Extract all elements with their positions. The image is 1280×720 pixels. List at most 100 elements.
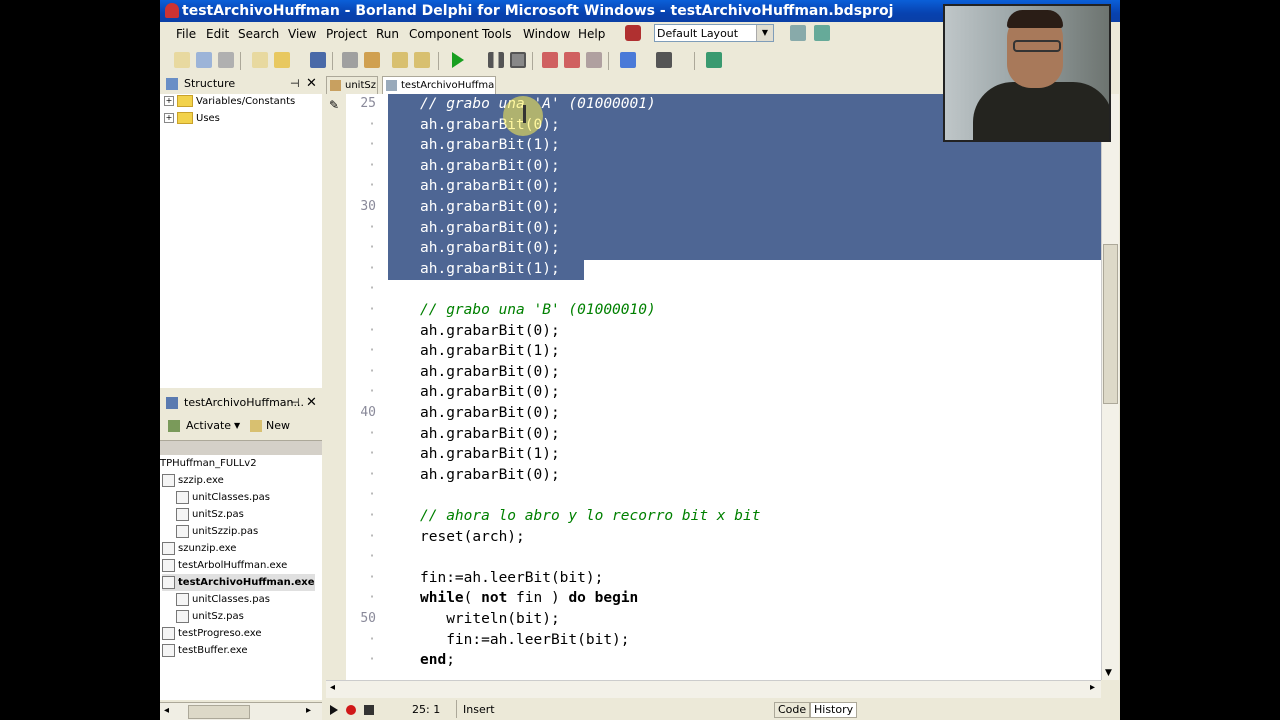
expand-icon[interactable]: + xyxy=(164,96,174,106)
menu-edit[interactable]: Edit xyxy=(206,22,229,46)
project-tree-item[interactable]: unitClasses.pas xyxy=(176,489,270,506)
scroll-right-icon[interactable]: ▸ xyxy=(306,705,311,716)
code-line[interactable]: · ah.grabarBit(0); xyxy=(326,176,1101,197)
code-line[interactable]: · xyxy=(326,485,1101,506)
tab-unitsz[interactable]: unitSz xyxy=(326,76,378,94)
code-line[interactable]: · ah.grabarBit(1); xyxy=(326,341,1101,362)
scroll-down-icon[interactable]: ▼ xyxy=(1105,668,1112,678)
step-over-icon[interactable] xyxy=(564,52,580,68)
project-tree-item[interactable]: testArchivoHuffman.exe xyxy=(162,574,315,591)
code-line[interactable]: · xyxy=(326,547,1101,568)
project-manager-splitter[interactable] xyxy=(160,440,322,456)
activate-button[interactable]: Activate xyxy=(186,415,231,437)
new-button[interactable]: New xyxy=(266,415,290,437)
stop-macro-icon[interactable] xyxy=(364,705,374,715)
code-line[interactable]: · ah.grabarBit(0); xyxy=(326,156,1101,177)
play-macro-icon[interactable] xyxy=(330,705,338,715)
code-line[interactable]: · fin:=ah.leerBit(bit); xyxy=(326,630,1101,651)
pin-icon[interactable]: ⊣ xyxy=(290,393,300,413)
menu-view[interactable]: View xyxy=(288,22,316,46)
code-line[interactable]: · ah.grabarBit(0); xyxy=(326,238,1101,259)
run-icon[interactable] xyxy=(452,52,464,68)
project-tree-item[interactable]: unitSz.pas xyxy=(176,608,244,625)
project-tree-item[interactable]: TPHuffman_FULLv2 xyxy=(160,455,257,472)
project-tree-item[interactable]: testBuffer.exe xyxy=(162,642,248,659)
remove-from-project-icon[interactable] xyxy=(364,52,380,68)
expand-icon[interactable]: + xyxy=(164,113,174,123)
tree-item-uses[interactable]: + Uses xyxy=(164,111,220,127)
editor-horizontal-scrollbar[interactable]: ◂ ▸ xyxy=(326,680,1101,698)
set-debug-desktop-icon[interactable] xyxy=(814,25,830,41)
code-line[interactable]: 40 ah.grabarBit(0); xyxy=(326,403,1101,424)
scroll-thumb[interactable] xyxy=(1103,244,1118,404)
scroll-thumb[interactable] xyxy=(188,705,250,719)
chevron-down-icon[interactable]: ▼ xyxy=(756,25,773,41)
project-tree-item[interactable]: szzip.exe xyxy=(162,472,224,489)
project-tree-item[interactable]: testProgreso.exe xyxy=(162,625,262,642)
view-form-icon[interactable] xyxy=(414,52,430,68)
scroll-left-icon[interactable]: ◂ xyxy=(330,682,335,693)
code-line[interactable]: · reset(arch); xyxy=(326,527,1101,548)
new-icon[interactable] xyxy=(252,52,268,68)
code-line[interactable]: · ah.grabarBit(0); xyxy=(326,218,1101,239)
record-macro-icon[interactable] xyxy=(346,705,356,715)
menu-project[interactable]: Project xyxy=(326,22,367,46)
code-line[interactable]: · // grabo una 'B' (01000010) xyxy=(326,300,1101,321)
pin-icon[interactable]: ⊣ xyxy=(290,74,300,94)
new-items-icon[interactable] xyxy=(174,52,190,68)
code-line[interactable]: · ah.grabarBit(0); xyxy=(326,424,1101,445)
tree-item-variables[interactable]: + Variables/Constants xyxy=(164,94,295,110)
menu-component[interactable]: Component xyxy=(409,22,479,46)
code-line[interactable]: · while( not fin ) do begin xyxy=(326,588,1101,609)
run-to-cursor-icon[interactable] xyxy=(586,52,602,68)
tab-history[interactable]: History xyxy=(810,702,858,718)
close-icon[interactable]: ✕ xyxy=(306,74,317,94)
gallery-icon[interactable] xyxy=(625,25,641,41)
menu-run[interactable]: Run xyxy=(376,22,399,46)
project-tree-item[interactable]: unitSz.pas xyxy=(176,506,244,523)
code-line[interactable]: · ah.grabarBit(0); xyxy=(326,321,1101,342)
view-unit-icon[interactable] xyxy=(392,52,408,68)
code-line[interactable]: · ah.grabarBit(0); xyxy=(326,465,1101,486)
code-line[interactable]: · xyxy=(326,279,1101,300)
project-tree-item[interactable]: szunzip.exe xyxy=(162,540,236,557)
code-line[interactable]: · fin:=ah.leerBit(bit); xyxy=(326,568,1101,589)
tab-testarchivohuffman[interactable]: testArchivoHuffman xyxy=(382,76,496,94)
program-reset-icon[interactable] xyxy=(510,52,526,68)
code-line[interactable]: · ah.grabarBit(0); xyxy=(326,382,1101,403)
save-icon[interactable] xyxy=(310,52,326,68)
project-tree-item[interactable]: unitClasses.pas xyxy=(176,591,270,608)
tab-code[interactable]: Code xyxy=(774,702,811,718)
editor-vertical-scrollbar[interactable]: ▼ xyxy=(1101,94,1119,680)
code-line[interactable]: · ah.grabarBit(1); xyxy=(326,259,1101,280)
scroll-right-icon[interactable]: ▸ xyxy=(1090,682,1095,693)
navigate-back-icon[interactable] xyxy=(620,52,636,68)
project-horizontal-scrollbar[interactable]: ◂ ▸ xyxy=(160,702,322,720)
close-icon[interactable]: ✕ xyxy=(306,393,317,413)
project-tree-item[interactable]: testArbolHuffman.exe xyxy=(162,557,287,574)
chevron-down-icon[interactable]: ▼ xyxy=(234,415,240,437)
trace-into-icon[interactable] xyxy=(542,52,558,68)
menu-file[interactable]: File xyxy=(176,22,196,46)
code-line[interactable]: · ah.grabarBit(1); xyxy=(326,444,1101,465)
save-desktop-icon[interactable] xyxy=(790,25,806,41)
menu-search[interactable]: Search xyxy=(238,22,279,46)
code-line[interactable]: · // ahora lo abro y lo recorro bit x bit xyxy=(326,506,1101,527)
save-all-icon[interactable] xyxy=(218,52,234,68)
layout-select[interactable]: Default Layout ▼ xyxy=(654,24,774,42)
menu-help[interactable]: Help xyxy=(578,22,605,46)
menu-tools[interactable]: Tools xyxy=(482,22,512,46)
code-line[interactable]: · ah.grabarBit(0); xyxy=(326,362,1101,383)
help-contents-icon[interactable] xyxy=(706,52,722,68)
navigate-forward-icon[interactable] xyxy=(656,52,672,68)
code-editor[interactable]: ✎ 25// grabo una 'A' (01000001)·ah.graba… xyxy=(326,94,1101,680)
menu-window[interactable]: Window xyxy=(523,22,570,46)
project-tree-item[interactable]: unitSzzip.pas xyxy=(176,523,258,540)
code-line[interactable]: · end; xyxy=(326,650,1101,671)
code-line[interactable]: 50 writeln(bit); xyxy=(326,609,1101,630)
open-icon[interactable] xyxy=(274,52,290,68)
code-line[interactable]: 30 ah.grabarBit(0); xyxy=(326,197,1101,218)
scroll-left-icon[interactable]: ◂ xyxy=(164,705,169,716)
pause-icon[interactable] xyxy=(488,52,504,68)
open-project-icon[interactable] xyxy=(196,52,212,68)
